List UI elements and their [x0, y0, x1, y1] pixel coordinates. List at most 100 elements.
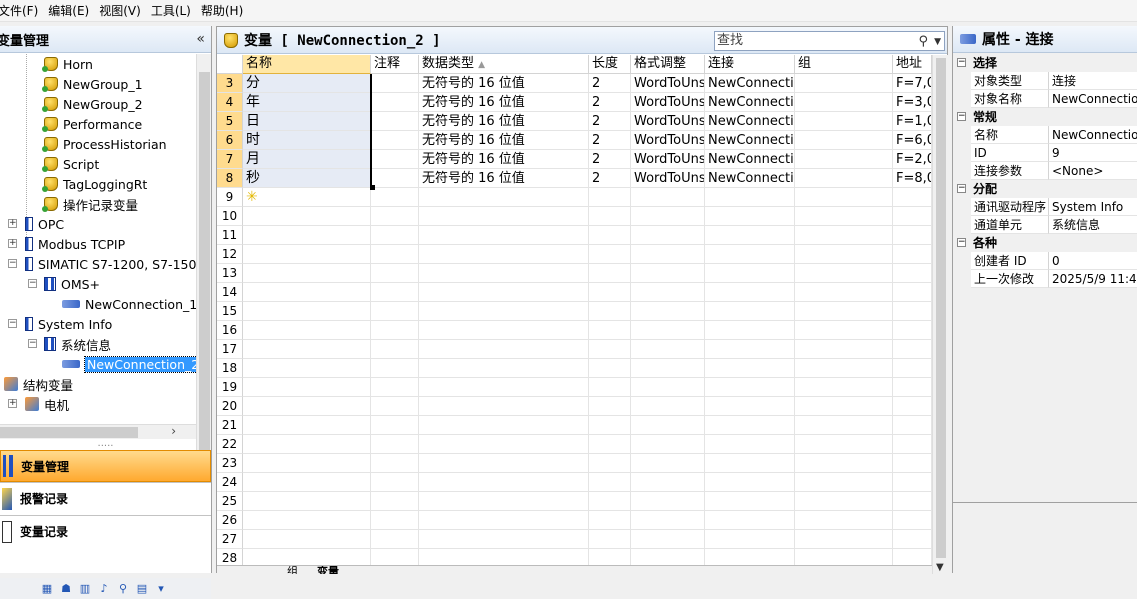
cell-address[interactable]	[893, 530, 932, 549]
cell-connection[interactable]	[705, 340, 795, 359]
table-row[interactable]: 22	[217, 435, 932, 454]
tree-item-simatic[interactable]: SIMATIC S7-1200, S7-1500	[25, 254, 196, 274]
cell-name[interactable]	[243, 321, 371, 340]
cell-length[interactable]	[589, 416, 631, 435]
cell-comment[interactable]	[371, 397, 419, 416]
cell-name[interactable]	[243, 397, 371, 416]
cell-group[interactable]	[795, 511, 893, 530]
expand-toggle[interactable]: +	[8, 399, 17, 408]
cell-comment[interactable]	[371, 131, 419, 150]
row-number[interactable]: 16	[217, 321, 243, 340]
cell-datatype[interactable]	[419, 378, 589, 397]
cell-connection[interactable]	[705, 264, 795, 283]
cell-length[interactable]	[589, 302, 631, 321]
cell-name[interactable]	[243, 530, 371, 549]
property-row[interactable]: 通道单元 系统信息	[953, 216, 1137, 234]
cell-datatype[interactable]	[419, 283, 589, 302]
cell-length[interactable]	[589, 283, 631, 302]
cell-comment[interactable]	[371, 321, 419, 340]
tree-item-motor[interactable]: 电机	[25, 394, 69, 414]
tree-item-newgroup-1[interactable]: NewGroup_1	[42, 74, 143, 94]
collapse-toggle[interactable]: −	[8, 319, 17, 328]
cell-address[interactable]	[893, 473, 932, 492]
cell-datatype[interactable]: 无符号的 16 位值	[419, 169, 589, 188]
cell-comment[interactable]	[371, 378, 419, 397]
collapse-toggle[interactable]: −	[957, 112, 966, 121]
cell-datatype[interactable]	[419, 416, 589, 435]
cell-group[interactable]	[795, 283, 893, 302]
cell-connection[interactable]	[705, 416, 795, 435]
cell-name[interactable]	[243, 492, 371, 511]
collapse-toggle[interactable]: −	[957, 238, 966, 247]
cell-format[interactable]	[631, 511, 705, 530]
cell-group[interactable]	[795, 397, 893, 416]
row-number[interactable]: 20	[217, 397, 243, 416]
scroll-thumb[interactable]	[936, 58, 946, 558]
cell-connection[interactable]	[705, 207, 795, 226]
cell-comment[interactable]	[371, 169, 419, 188]
grid-vertical-scrollbar[interactable]: ▼	[932, 55, 948, 574]
cell-address[interactable]	[893, 188, 932, 207]
row-number[interactable]: 26	[217, 511, 243, 530]
cell-format[interactable]: WordToUnsi	[631, 131, 705, 150]
cell-length[interactable]	[589, 530, 631, 549]
collapse-toggle[interactable]: −	[28, 339, 37, 348]
cell-comment[interactable]	[371, 530, 419, 549]
cell-address[interactable]	[893, 226, 932, 245]
cell-length[interactable]	[589, 321, 631, 340]
table-row[interactable]: 24	[217, 473, 932, 492]
mini-text-icon[interactable]: ▤	[135, 582, 149, 596]
row-header-corner[interactable]	[217, 55, 243, 74]
expand-toggle[interactable]: +	[8, 219, 17, 228]
cell-connection[interactable]: NewConnection	[705, 93, 795, 112]
cell-group[interactable]	[795, 340, 893, 359]
cell-format[interactable]: WordToUnsi	[631, 93, 705, 112]
cell-length[interactable]	[589, 264, 631, 283]
cell-format[interactable]	[631, 454, 705, 473]
tree-item-newconnection-2[interactable]: NewConnection_2	[62, 354, 196, 374]
cell-name[interactable]: 分	[243, 74, 371, 93]
row-number[interactable]: 22	[217, 435, 243, 454]
tree-horizontal-scrollbar[interactable]: ›	[0, 424, 196, 439]
cell-format[interactable]	[631, 283, 705, 302]
cell-format[interactable]	[631, 473, 705, 492]
cell-datatype[interactable]: 无符号的 16 位值	[419, 112, 589, 131]
cell-address[interactable]	[893, 378, 932, 397]
mini-grid-icon[interactable]: ▦	[40, 582, 54, 596]
table-row[interactable]: 23	[217, 454, 932, 473]
cell-connection[interactable]: NewConnection	[705, 169, 795, 188]
cell-datatype[interactable]	[419, 511, 589, 530]
cell-connection[interactable]	[705, 226, 795, 245]
scroll-thumb[interactable]	[0, 427, 138, 438]
property-category[interactable]: − 选择	[953, 54, 1137, 72]
cell-format[interactable]	[631, 397, 705, 416]
tree-item-struct-tags[interactable]: 结构变量	[4, 374, 73, 394]
cell-connection[interactable]	[705, 378, 795, 397]
search-icon[interactable]: ⚲	[918, 33, 928, 51]
menu-help[interactable]: 帮助(H)	[201, 2, 253, 19]
cell-datatype[interactable]	[419, 207, 589, 226]
scroll-down-icon[interactable]: ▼	[936, 562, 944, 573]
nav-alarm-logging[interactable]: 报警记录	[0, 482, 211, 514]
cell-connection[interactable]	[705, 188, 795, 207]
cell-group[interactable]	[795, 492, 893, 511]
row-number[interactable]: 23	[217, 454, 243, 473]
cell-connection[interactable]	[705, 435, 795, 454]
column-header-length[interactable]: 长度	[589, 55, 631, 74]
tree-item-horn[interactable]: Horn	[42, 54, 93, 74]
cell-address[interactable]: F=3,0	[893, 93, 932, 112]
nav-tag-logging[interactable]: 变量记录	[0, 515, 211, 547]
cell-format[interactable]	[631, 245, 705, 264]
property-row[interactable]: 连接参数 <None>	[953, 162, 1137, 180]
table-row[interactable]: 5日 无符号的 16 位值2WordToUnsiNewConnection F=1,…	[217, 112, 932, 131]
tree-item-taglogging[interactable]: TagLoggingRt	[42, 174, 147, 194]
cell-group[interactable]	[795, 188, 893, 207]
cell-connection[interactable]	[705, 530, 795, 549]
cell-group[interactable]	[795, 435, 893, 454]
cell-format[interactable]	[631, 378, 705, 397]
cell-format[interactable]	[631, 226, 705, 245]
cell-group[interactable]	[795, 416, 893, 435]
cell-group[interactable]	[795, 207, 893, 226]
cell-length[interactable]	[589, 207, 631, 226]
cell-group[interactable]	[795, 245, 893, 264]
